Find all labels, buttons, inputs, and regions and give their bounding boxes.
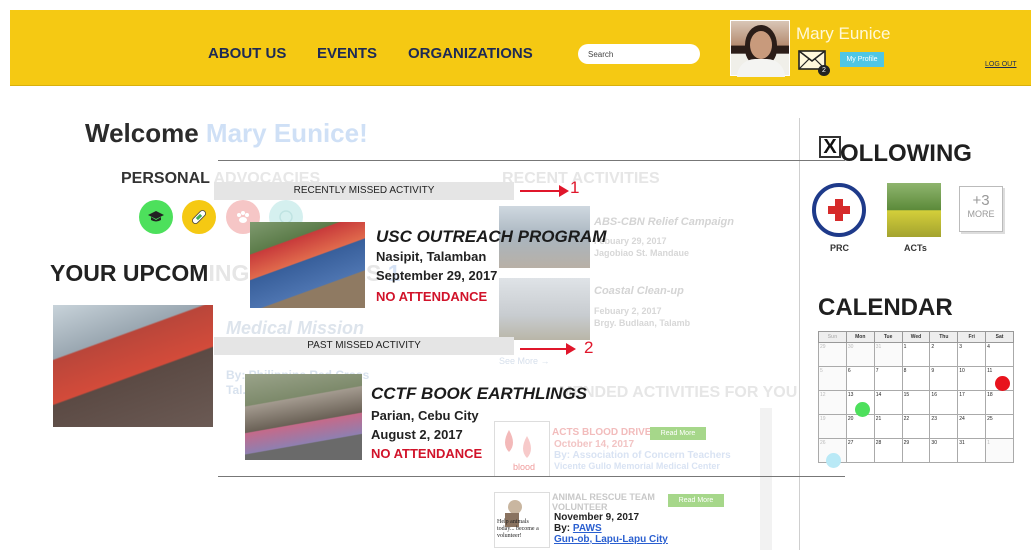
calendar-day-header: Tue [873, 331, 903, 343]
past-missed-title[interactable]: CCTF BOOK EARTHLINGS [371, 384, 587, 404]
calendar-day-cell[interactable]: 28 [873, 438, 903, 463]
arrow-annotation-1 [520, 185, 569, 197]
calendar-event-marker[interactable] [995, 376, 1010, 391]
calendar-day-header: Mon [845, 331, 875, 343]
calendar-day-cell[interactable]: 16 [929, 390, 959, 415]
animal-rescue-thumb[interactable]: Help animals today... become a volunteer… [494, 492, 550, 548]
recommended-title[interactable]: ANIMAL RESCUE TEAM VOLUNTEER [552, 492, 672, 512]
calendar-grid: Sun Mon Tue Wed Thu Fri Sat 29 30 31 1 2 3 4 5 6 7 8 9 10 1… [818, 331, 1014, 463]
bandage-icon[interactable] [182, 200, 216, 234]
arrow-number-2: 2 [584, 338, 594, 357]
calendar-day-cell[interactable]: 10 [957, 366, 987, 391]
arrow-annotation-2 [520, 343, 576, 355]
calendar-day-cell[interactable]: 31 [957, 438, 987, 463]
welcome-heading: Welcome Mary Eunice! [85, 118, 368, 148]
more-following-button[interactable]: +3 MORE [959, 186, 1003, 232]
mail-count-badge: 2 [818, 65, 830, 76]
calendar-day-header: Wed [901, 331, 931, 343]
calendar-day-cell[interactable]: 18 [985, 390, 1014, 415]
recent-missed-status: NO ATTENDANCE [376, 289, 488, 304]
past-missed-location: Parian, Cebu City [371, 408, 479, 423]
recently-missed-label: RECENTLY MISSED ACTIVITY [214, 182, 514, 200]
calendar-day-cell[interactable]: 1 [985, 438, 1014, 463]
calendar-day-cell[interactable]: 6 [845, 366, 875, 391]
graduation-cap-icon[interactable] [139, 200, 173, 234]
calendar-day-cell[interactable]: 8 [901, 366, 931, 391]
calendar-day-cell[interactable]: 9 [929, 366, 959, 391]
calendar-event-marker[interactable] [855, 402, 870, 417]
recent-missed-date: September 29, 2017 [376, 268, 498, 283]
animal-thumb-text: Help animals today... become a volunteer… [497, 519, 539, 539]
calendar-day-cell[interactable]: 27 [845, 438, 875, 463]
recommended-date: November 9, 2017 [554, 512, 640, 523]
nav-organizations[interactable]: ORGANIZATIONS [408, 45, 533, 62]
nav-events[interactable]: EVENTS [317, 45, 377, 62]
calendar-day-cell[interactable]: 23 [929, 414, 959, 439]
calendar-day-cell[interactable]: 24 [957, 414, 987, 439]
calendar-day-header: Fri [957, 331, 987, 343]
calendar-day-cell[interactable]: 4 [985, 342, 1014, 367]
calendar-day-cell[interactable]: 15 [901, 390, 931, 415]
past-missed-label: PAST MISSED ACTIVITY [214, 337, 514, 355]
calendar-day-cell[interactable]: 14 [873, 390, 903, 415]
my-profile-button[interactable]: My Profile [840, 52, 884, 67]
arrow-number-1: 1 [570, 178, 580, 197]
recent-missed-location: Nasipit, Talamban [376, 249, 487, 264]
calendar-day-cell[interactable]: 1 [901, 342, 931, 367]
calendar-day-cell[interactable]: 22 [901, 414, 931, 439]
cctf-earthlings-photo[interactable] [245, 374, 362, 460]
close-modal-button[interactable]: X [819, 136, 841, 158]
calendar-day-header: Thu [929, 331, 959, 343]
calendar-day-cell[interactable]: 2 [929, 342, 959, 367]
recent-missed-title[interactable]: USC OUTREACH PROGRAM [376, 227, 606, 247]
calendar-day-cell[interactable]: 7 [873, 366, 903, 391]
recommended-location[interactable]: Gun-ob, Lapu-Lapu City [554, 534, 668, 545]
search-input[interactable] [578, 44, 700, 64]
past-missed-status: NO ATTENDANCE [371, 446, 483, 461]
calendar-day-cell[interactable]: 20 [845, 414, 875, 439]
org-label-acts[interactable]: ACTs [904, 243, 927, 253]
nav-about-us[interactable]: ABOUT US [208, 45, 286, 62]
calendar-day-cell[interactable]: 29 [901, 438, 931, 463]
recommended-org[interactable]: By: PAWS [554, 523, 602, 534]
logout-link[interactable]: LOG OUT [985, 61, 1017, 68]
calendar-day-cell[interactable]: 21 [873, 414, 903, 439]
calendar-day-cell[interactable]: 25 [985, 414, 1014, 439]
calendar-day-cell[interactable]: 17 [957, 390, 987, 415]
user-name: Mary Eunice [796, 24, 891, 43]
user-avatar[interactable] [730, 20, 790, 77]
calendar-day-cell[interactable]: 30 [929, 438, 959, 463]
calendar-day-cell[interactable]: 3 [957, 342, 987, 367]
calendar-day-cell[interactable]: 31 [873, 342, 903, 367]
medical-mission-photo[interactable] [53, 305, 213, 427]
past-missed-date: August 2, 2017 [371, 427, 463, 442]
usc-outreach-photo[interactable] [250, 222, 365, 308]
top-header: ABOUT US EVENTS ORGANIZATIONS [10, 10, 1031, 86]
welcome-user-name: Mary Eunice! [205, 118, 368, 148]
calendar-day-cell[interactable]: 30 [845, 342, 875, 367]
calendar-day-header: Sat [985, 331, 1014, 343]
acts-logo[interactable] [887, 183, 941, 237]
read-more-button[interactable]: Read More [668, 494, 724, 507]
